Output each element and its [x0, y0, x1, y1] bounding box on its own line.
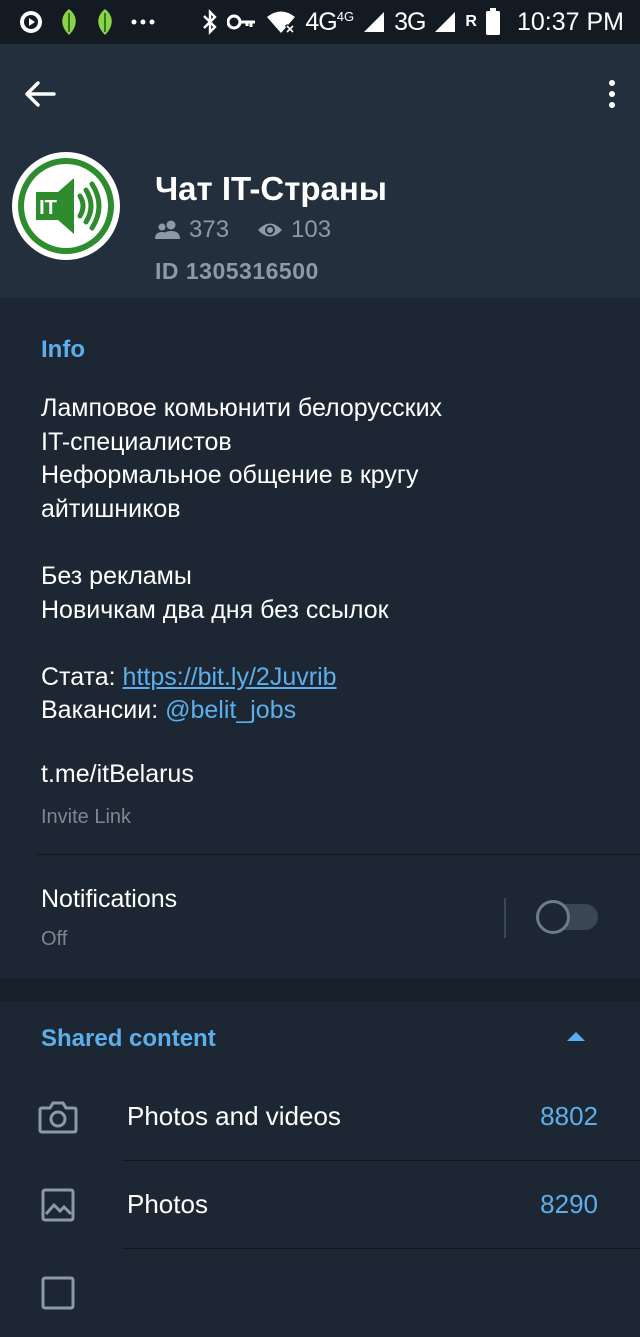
shared-row-count: 8290	[540, 1189, 598, 1219]
more-options-button[interactable]	[602, 74, 622, 114]
jobs-prefix: Вакансии:	[41, 696, 166, 725]
key-icon	[227, 13, 257, 31]
leaf-app-icon	[58, 8, 80, 36]
shared-row-label: Photos	[127, 1189, 208, 1219]
shared-content-title[interactable]: Shared content	[41, 1025, 216, 1053]
divider	[36, 854, 640, 855]
arrow-left-icon	[25, 81, 56, 107]
shared-content-section: Shared content Photos and videos 8802 Ph…	[0, 1001, 640, 1310]
network-type-1: 4G	[305, 7, 337, 36]
stats-link[interactable]: https://bit.ly/2Juvrib	[123, 663, 337, 691]
about-line: Ламповое комьюнити белорусских	[41, 394, 443, 422]
battery-icon	[485, 8, 501, 36]
dot	[609, 80, 615, 86]
chat-header: IT Чат IT-Страны 373 103 ID 1305316500	[0, 44, 640, 298]
signal-icon-2	[433, 10, 457, 34]
jobs-line: Вакансии: @belit_jobs	[41, 694, 611, 728]
eye-icon	[258, 223, 283, 237]
shared-row-photos-and-videos[interactable]: Photos and videos 8802	[0, 1073, 640, 1161]
shared-row-label: Photos and videos	[127, 1101, 341, 1131]
roaming-indicator: R	[465, 13, 477, 30]
it-megaphone-logo: IT	[14, 154, 118, 258]
notifications-state: Off	[41, 928, 68, 950]
info-section-title: Info	[41, 336, 85, 363]
shared-row-photos[interactable]: Photos 8290	[0, 1161, 640, 1249]
leaf-app-icon-2	[94, 8, 116, 36]
more-notifications-icon	[130, 18, 156, 26]
chat-avatar[interactable]: IT	[12, 152, 120, 260]
about-line: Неформальное общение в кругу	[41, 461, 419, 490]
about-line: IT-специалистов	[41, 427, 232, 456]
chat-stats: 373 103	[155, 216, 331, 244]
toggle-knob	[536, 900, 570, 934]
section-gap	[0, 979, 640, 1001]
svg-text:IT: IT	[39, 197, 57, 219]
signal-icon-1	[362, 10, 386, 34]
jobs-mention[interactable]: @belit_jobs	[165, 696, 296, 724]
camera-icon	[38, 1097, 78, 1137]
chat-id: ID 1305316500	[155, 258, 319, 284]
notifications-title[interactable]: Notifications	[41, 885, 177, 914]
network-type-1-sup: 4G	[336, 8, 355, 24]
vertical-divider	[504, 898, 506, 938]
about-line: айтишников	[41, 494, 181, 523]
shared-row-partial[interactable]	[0, 1249, 640, 1337]
invite-link[interactable]: t.me/itBelarus	[41, 760, 194, 789]
chat-title: Чат IT-Страны	[155, 170, 387, 207]
chat-description: Ламповое комьюнити белорусских IT-специа…	[41, 392, 611, 728]
image-icon	[38, 1185, 78, 1225]
notifications-toggle[interactable]	[536, 900, 598, 934]
shared-row-count: 8802	[540, 1101, 598, 1131]
status-bar: 4G 4G 3G R 10:37 PM	[0, 0, 640, 44]
back-button[interactable]	[20, 74, 60, 114]
file-icon	[38, 1273, 78, 1313]
stats-line: Стата: https://bit.ly/2Juvrib	[41, 661, 611, 695]
members-icon	[155, 220, 180, 239]
wifi-icon	[265, 10, 297, 34]
collapse-caret-icon[interactable]	[567, 1032, 585, 1041]
clock: 10:37 PM	[516, 7, 624, 36]
about-blank-line	[41, 526, 611, 560]
members-count: 373	[189, 216, 230, 243]
about-line: Без рекламы	[41, 561, 192, 590]
network-type-2: 3G	[394, 7, 426, 36]
dot	[609, 91, 615, 97]
dot	[609, 102, 615, 108]
stats-prefix: Стата:	[41, 662, 123, 691]
about-line: Новичкам два дня без ссылок	[41, 595, 389, 624]
invite-link-label: Invite Link	[41, 806, 132, 828]
about-blank-line	[41, 627, 611, 661]
online-count: 103	[291, 216, 332, 243]
bluetooth-icon	[201, 9, 219, 35]
record-icon	[18, 9, 44, 35]
info-section: Info Ламповое комьюнити белорусских IT-с…	[0, 298, 640, 979]
